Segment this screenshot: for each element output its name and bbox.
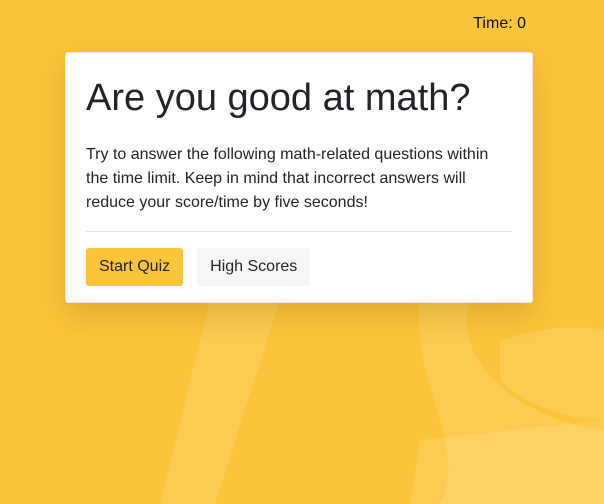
divider [86, 230, 512, 232]
timer-display: Time: 0 [473, 15, 526, 32]
intro-card: Are you good at math? Try to answer the … [65, 52, 533, 303]
start-quiz-button[interactable]: Start Quiz [86, 247, 184, 286]
page-title: Are you good at math? [86, 77, 471, 119]
high-scores-button[interactable]: High Scores [197, 247, 311, 286]
quiz-description: Try to answer the following math-related… [86, 145, 489, 211]
button-row: Start Quiz High Scores [86, 247, 512, 286]
